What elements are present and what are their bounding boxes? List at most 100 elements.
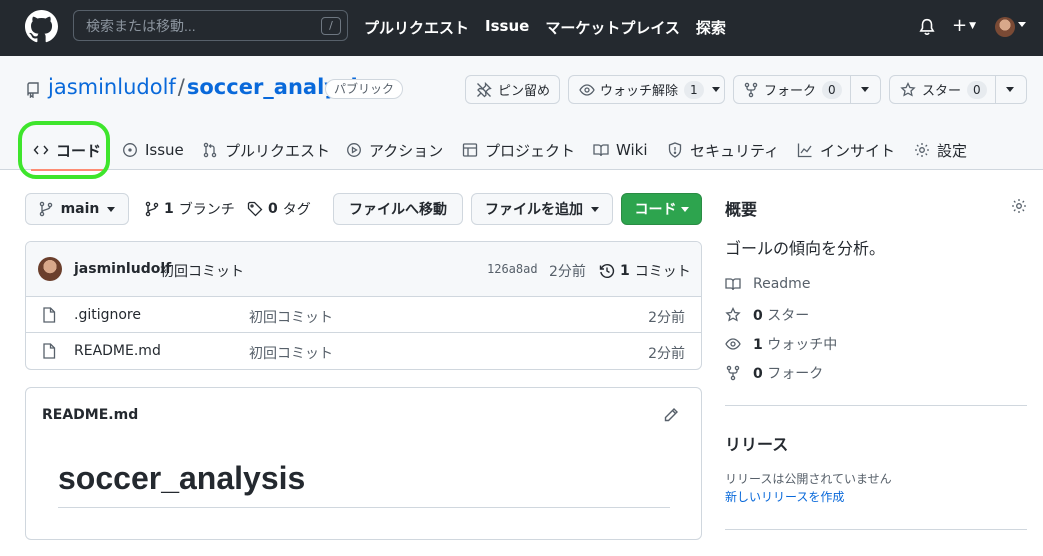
repo-title: jasminludolf/soccer_analysis	[48, 75, 370, 99]
create-new-menu[interactable]: + ▼	[952, 17, 976, 35]
code-tab-highlight	[18, 121, 110, 179]
avatar[interactable]	[38, 257, 62, 281]
nav-pull-requests[interactable]: プルリクエスト	[364, 17, 469, 38]
tab-security[interactable]: セキュリティ	[667, 130, 779, 170]
forks-link[interactable]: 0 フォーク	[725, 363, 823, 383]
bell-icon[interactable]	[918, 18, 936, 36]
eye-icon	[579, 83, 595, 96]
commits-label: コミット	[634, 264, 691, 280]
readme-panel: README.md soccer_analysis	[25, 387, 702, 540]
about-title: 概要	[725, 200, 758, 219]
pin-button[interactable]: ピン留め	[465, 75, 560, 104]
tab-actions[interactable]: アクション	[346, 130, 443, 170]
fork-count: 0	[822, 80, 842, 99]
file-commit-message[interactable]: 初回コミット	[249, 343, 333, 363]
nav-marketplace[interactable]: マーケットプレイス	[545, 17, 680, 38]
gear-icon	[915, 143, 929, 157]
branch-select-button[interactable]: main	[25, 193, 129, 225]
star-icon	[725, 307, 741, 322]
watchers-count: 1	[753, 337, 763, 353]
star-button[interactable]: スター 0	[889, 75, 1027, 104]
commit-author-link[interactable]: jasminludolf	[74, 261, 171, 277]
file-commit-message[interactable]: 初回コミット	[249, 307, 333, 327]
star-label: スター	[922, 84, 962, 99]
add-file-button[interactable]: ファイルを追加	[471, 193, 613, 225]
file-icon	[43, 307, 56, 323]
go-to-file-button[interactable]: ファイルへ移動	[333, 193, 463, 225]
fork-button[interactable]: フォーク 0	[733, 75, 881, 104]
play-icon	[347, 143, 361, 157]
file-name-link[interactable]: .gitignore	[74, 307, 141, 323]
tab-settings[interactable]: 設定	[914, 130, 967, 170]
tab-label: セキュリティ	[690, 141, 780, 160]
global-nav: プルリクエスト Issue マーケットプレイス 探索	[364, 17, 726, 38]
commits-link[interactable]: 1 コミット	[599, 261, 691, 281]
avatar[interactable]	[995, 17, 1015, 37]
tab-label: Wiki	[616, 141, 648, 159]
nav-issues[interactable]: Issue	[485, 17, 529, 38]
tab-issues[interactable]: Issue	[122, 130, 184, 170]
repo-separator: /	[177, 75, 185, 99]
tags-link[interactable]: 0 タグ	[247, 199, 311, 219]
table-row[interactable]: README.md 初回コミット 2分前	[26, 333, 701, 369]
commit-sha-link[interactable]: 126a8ad	[487, 262, 538, 276]
tab-label: プルリクエスト	[225, 141, 331, 160]
tab-label: プロジェクト	[485, 141, 576, 160]
table-row[interactable]: .gitignore 初回コミット 2分前	[26, 297, 701, 333]
gear-icon[interactable]	[1011, 198, 1027, 214]
branch-name: main	[60, 201, 100, 217]
tab-wiki[interactable]: Wiki	[593, 130, 648, 170]
tab-projects[interactable]: プロジェクト	[462, 130, 575, 170]
tab-label: Issue	[145, 141, 184, 159]
commits-count: 1	[620, 263, 630, 279]
branch-icon	[39, 201, 52, 217]
search-input[interactable]	[73, 10, 348, 41]
readme-heading: soccer_analysis	[58, 460, 306, 496]
tab-label: アクション	[369, 141, 444, 160]
stars-label: スター	[767, 308, 810, 324]
plus-icon: +	[952, 15, 968, 36]
star-icon	[900, 81, 916, 97]
create-release-link[interactable]: 新しいリリースを作成	[725, 488, 844, 505]
tags-count: 0	[268, 201, 278, 217]
releases-empty-text: リリースは公開されていません	[725, 472, 892, 486]
repo-icon	[27, 82, 39, 98]
forks-count: 0	[753, 366, 763, 382]
watch-count: 1	[684, 80, 704, 99]
fork-dropdown[interactable]	[849, 76, 880, 103]
github-logo-icon[interactable]	[25, 10, 58, 43]
watchers-label: ウォッチ中	[767, 337, 838, 353]
table-icon	[462, 143, 478, 157]
tab-pull-requests[interactable]: プルリクエスト	[202, 130, 330, 170]
releases-title[interactable]: リリース	[725, 431, 788, 455]
branches-count: 1	[164, 201, 174, 217]
stars-link[interactable]: 0 スター	[725, 305, 809, 325]
branches-link[interactable]: 1 ブランチ	[145, 199, 235, 219]
repo-description: ゴールの傾向を分析。	[725, 239, 886, 258]
nav-explore[interactable]: 探索	[696, 17, 726, 38]
shield-icon	[668, 142, 682, 158]
pencil-icon[interactable]	[663, 407, 679, 423]
chevron-down-icon	[1018, 22, 1026, 27]
code-button[interactable]: コード	[621, 193, 702, 225]
chevron-down-icon	[680, 206, 689, 212]
chevron-down-icon	[107, 206, 116, 212]
file-name-link[interactable]: README.md	[74, 343, 161, 359]
tab-label: インサイト	[820, 141, 896, 160]
repo-owner-link[interactable]: jasminludolf	[48, 75, 176, 99]
file-list: jasminludolf 初回コミット 126a8ad 2分前 1 コミット .…	[25, 241, 702, 370]
add-file-label: ファイルを追加	[485, 202, 583, 218]
chevron-down-icon: ▼	[969, 21, 977, 31]
sidebar-divider	[725, 529, 1027, 530]
watchers-link[interactable]: 1 ウォッチ中	[725, 334, 837, 354]
commit-message-link[interactable]: 初回コミット	[160, 261, 244, 281]
tags-label: タグ	[282, 202, 311, 218]
readme-link[interactable]: Readme	[725, 276, 810, 292]
forks-label: フォーク	[767, 366, 824, 382]
chevron-down-icon	[861, 87, 870, 92]
go-to-file-label: ファイルへ移動	[349, 202, 447, 218]
watch-button[interactable]: ウォッチ解除 1	[568, 75, 725, 104]
tab-insights[interactable]: インサイト	[797, 130, 895, 170]
fork-icon	[726, 365, 740, 381]
star-dropdown[interactable]	[994, 76, 1025, 103]
